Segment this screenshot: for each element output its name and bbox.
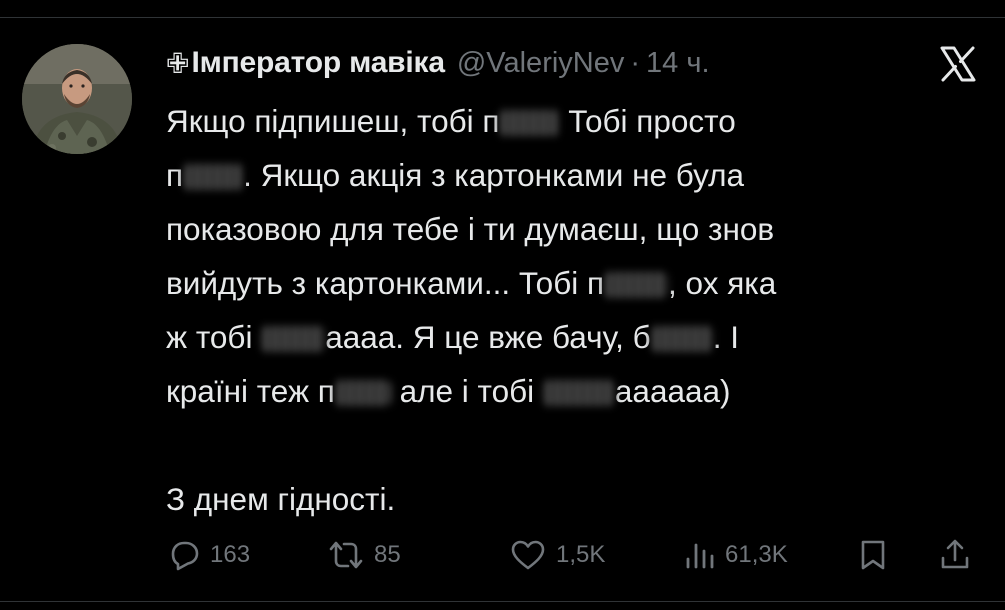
share-icon <box>941 539 969 569</box>
action-bar: 163 85 1,5K 61,3K <box>166 530 976 580</box>
reply-count: 163 <box>210 541 251 568</box>
censored-word <box>499 110 560 136</box>
like-icon <box>511 540 545 570</box>
tweet-header: ✙ Імператор мавіка @ValeriyNev · 14 ч. <box>166 38 710 88</box>
tweet-text-segment: З днем гідності. <box>166 481 396 517</box>
tweet-line: вийдуть з картонками... Тобі п , ох яка <box>166 256 976 310</box>
censored-word <box>604 272 669 298</box>
separator-dot: · <box>630 46 641 79</box>
censored-word <box>650 326 713 352</box>
like-button[interactable]: 1,5K <box>508 530 605 580</box>
avatar[interactable] <box>22 44 132 154</box>
tweet-text-segment: країні теж п <box>166 373 335 409</box>
share-button[interactable] <box>938 530 980 580</box>
censored-word <box>542 380 615 406</box>
tweet-line: п . Якщо акція з картонками не була <box>166 148 976 202</box>
tweet-text-segment: . Якщо акція з картонками не була <box>243 157 745 193</box>
tweet-line: Якщо підпишеш, тобі п Тобі просто <box>166 94 976 148</box>
x-logo-icon <box>938 44 978 84</box>
tweet-text: Якщо підпишеш, тобі п Тобі просто п . Якщо… <box>166 94 976 526</box>
tweet-line <box>166 418 976 472</box>
timestamp[interactable]: 14 ч. <box>646 47 709 80</box>
display-name[interactable]: Імператор мавіка <box>191 46 445 80</box>
top-divider <box>0 17 1005 18</box>
repost-icon <box>329 541 363 569</box>
cross-icon: ✙ <box>166 47 190 79</box>
views-button[interactable]: 61,3K <box>683 530 788 580</box>
bookmark-button[interactable] <box>856 530 898 580</box>
tweet-text-segment: але і тобі <box>390 373 543 409</box>
tweet-text-segment: аааааа) <box>614 373 731 409</box>
tweet-line: ж тобі аааа. Я це вже бачу, б . І <box>166 310 976 364</box>
tweet-text-segment: . І <box>712 319 739 355</box>
tweet-text-segment: вийдуть з картонками... Тобі п <box>166 265 605 301</box>
tweet-line: З днем гідності. <box>166 472 976 526</box>
censored-word <box>261 326 326 352</box>
tweet-text-segment: аааа. Я це вже бачу, б <box>325 319 651 355</box>
avatar-photo <box>22 44 132 154</box>
tweet-line: країні теж п але і тобі аааааа) <box>166 364 976 418</box>
censored-word <box>183 164 244 190</box>
tweet-text-segment: п <box>166 157 184 193</box>
bottom-divider <box>0 601 1005 602</box>
views-icon <box>686 543 714 569</box>
repost-count: 85 <box>374 541 401 568</box>
tweet-text-segment: Тобі просто <box>559 103 736 139</box>
tweet-text-segment: показовою для тебе і ти думаєш, що знов <box>166 211 775 247</box>
tweet-text-segment: , ох яка <box>668 265 777 301</box>
user-handle[interactable]: @ValeriyNev <box>457 47 625 80</box>
censored-word <box>334 380 391 406</box>
tweet-text-segment: ж тобі <box>166 319 262 355</box>
repost-button[interactable]: 85 <box>326 530 401 580</box>
bookmark-icon <box>861 540 885 570</box>
tweet-text-segment: Якщо підпишеш, тобі п <box>166 103 500 139</box>
views-count: 61,3K <box>725 541 788 568</box>
reply-icon <box>171 541 199 571</box>
tweet-line: показовою для тебе і ти думаєш, що знов <box>166 202 976 256</box>
reply-button[interactable]: 163 <box>166 530 250 580</box>
like-count: 1,5K <box>556 541 606 568</box>
